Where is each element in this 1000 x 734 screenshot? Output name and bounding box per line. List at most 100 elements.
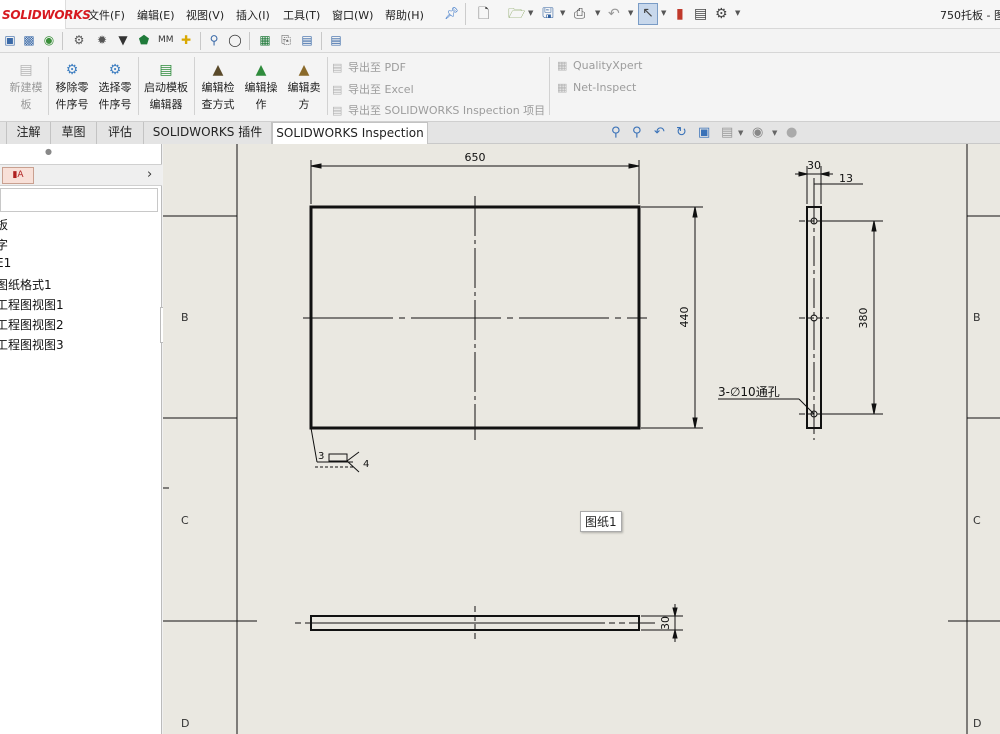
search-icon[interactable]: ⚲: [207, 33, 221, 47]
tab-annotation[interactable]: 注解: [7, 122, 51, 144]
edit-vendor-icon: ▲: [298, 62, 310, 78]
new-template-button[interactable]: ▤ 新建模 板: [6, 61, 46, 113]
select-dropdown-icon[interactable]: ▼: [661, 9, 666, 17]
tab-solidworks-addins[interactable]: SOLIDWORKS 插件: [144, 122, 272, 144]
edit-inspection-method-button[interactable]: ▲ 编辑检 查方式: [198, 61, 238, 113]
save-dropdown-icon[interactable]: ▼: [560, 9, 565, 17]
inspection-tree-tab[interactable]: ▮A: [2, 167, 34, 184]
drawing-canvas: 650 440 30 13 380 3-∅10通孔 3 4 30: [163, 144, 1000, 734]
tab-sketch[interactable]: 草图: [51, 122, 97, 144]
net-inspect-label: Net-Inspect: [573, 81, 637, 94]
tab-evaluate[interactable]: 评估: [97, 122, 144, 144]
qualityxpert-icon: ▦: [557, 59, 568, 72]
pin-icon[interactable]: 📌︎: [444, 6, 459, 20]
select-balloon-button[interactable]: ⚙ 选择零 件序号: [95, 61, 135, 113]
menu-edit[interactable]: 编辑(E): [137, 7, 175, 23]
undo-dropdown-icon[interactable]: ▼: [628, 9, 633, 17]
zone-label-left: D: [181, 717, 190, 730]
assembly-icon[interactable]: ▩: [22, 33, 36, 47]
options-dropdown-icon[interactable]: ▼: [735, 9, 740, 17]
previous-view-icon[interactable]: ↶: [654, 125, 665, 140]
project-export-icon: ▤: [332, 104, 343, 117]
arrow-head: [798, 171, 808, 177]
arrow-head: [310, 163, 322, 169]
template-editor-icon: ▤: [159, 62, 173, 78]
menu-view[interactable]: 视图(V): [186, 7, 224, 23]
qualityxpert-button[interactable]: ▦ QualityXpert: [557, 59, 642, 72]
appearance-dropdown-icon[interactable]: ▼: [772, 129, 777, 137]
feature-manager-panel: ● ▮A › 板 字 E1 图纸格式1 工程图视图1 工程图视图2 工程图视图3: [0, 144, 162, 734]
binoculars-icon[interactable]: ◯: [228, 33, 242, 47]
tree-item[interactable]: 工程图视图3: [0, 336, 64, 353]
select-icon[interactable]: ↖: [638, 3, 658, 25]
rebuild-icon[interactable]: ▮: [676, 5, 684, 23]
document-title: 750托板 - 图: [940, 9, 1000, 22]
export-pdf-button[interactable]: ▤ 导出至 PDF: [332, 59, 406, 75]
edit-operation-button[interactable]: ▲ 编辑操 作: [241, 61, 281, 113]
export-project-label: 导出至 SOLIDWORKS Inspection 项目: [348, 104, 546, 117]
new-icon[interactable]: 🗋: [478, 5, 489, 23]
hide-show-icon[interactable]: ▤: [721, 125, 733, 140]
image-export-icon[interactable]: ▤: [300, 33, 314, 47]
edit-inspection-method-label-2: 查方式: [201, 98, 235, 111]
excel-icon[interactable]: ▦: [258, 33, 272, 47]
zoom-to-fit-icon[interactable]: ⚲: [611, 125, 621, 140]
tree-item[interactable]: 工程图视图2: [0, 316, 64, 333]
print-dropdown-icon[interactable]: ▼: [595, 9, 600, 17]
report-icon[interactable]: ▤: [329, 33, 343, 47]
print-preview-icon[interactable]: ⎘: [279, 33, 293, 47]
export-excel-button[interactable]: ▤ 导出至 Excel: [332, 81, 414, 97]
tree-item[interactable]: 板: [0, 216, 8, 233]
rotate-view-icon[interactable]: ↻: [676, 125, 687, 140]
measure-icon[interactable]: MM: [158, 33, 174, 47]
balloon-icon[interactable]: ✚: [179, 33, 193, 47]
display-style-icon[interactable]: ▣: [698, 125, 710, 140]
net-inspect-button[interactable]: ▦ Net-Inspect: [557, 81, 636, 94]
print-icon[interactable]: ⎙: [574, 5, 585, 23]
tree-filter-input[interactable]: [0, 188, 158, 212]
template-editor-label-2: 编辑器: [149, 98, 183, 111]
bowl-icon[interactable]: ▼: [116, 33, 130, 47]
tree-item[interactable]: 工程图视图1: [0, 296, 64, 313]
new-template-label-1: 新建模: [9, 81, 43, 94]
weld-symbol: [328, 453, 348, 462]
scene-icon[interactable]: ●: [786, 125, 797, 140]
arrow-head: [672, 629, 678, 639]
solidworks-logo[interactable]: SOLIDWORKS: [0, 0, 91, 29]
zone-label-left: B: [181, 311, 189, 324]
edit-inspection-method-label-1: 编辑检: [201, 81, 235, 94]
zoom-to-area-icon[interactable]: ⚲: [632, 125, 642, 140]
tab-overflow[interactable]: [0, 122, 7, 144]
tree-item[interactable]: 字: [0, 236, 8, 253]
inspection-ribbon: ▤ 新建模 板 ⚙ 移除零 件序号 ⚙ 选择零 件序号 ▤ 启动模板 编辑器 ▲…: [0, 53, 1000, 122]
gears-icon[interactable]: ✹: [95, 33, 109, 47]
menu-help[interactable]: 帮助(H): [385, 7, 424, 23]
chevron-right-icon[interactable]: ›: [147, 167, 152, 182]
hide-show-dropdown-icon[interactable]: ▼: [738, 129, 743, 137]
menu-tools[interactable]: 工具(T): [283, 7, 320, 23]
appearance-icon[interactable]: ◉: [752, 125, 763, 140]
menu-insert[interactable]: 插入(I): [236, 7, 270, 23]
open-dropdown-icon[interactable]: ▼: [528, 9, 533, 17]
export-project-button[interactable]: ▤ 导出至 SOLIDWORKS Inspection 项目: [332, 102, 545, 118]
options-icon[interactable]: ⚙: [715, 5, 728, 23]
panel-grip-icon[interactable]: ●: [45, 147, 52, 156]
drawing-sheet[interactable]: 650 440 30 13 380 3-∅10通孔 3 4 30 B C D B…: [163, 144, 1000, 734]
undo-icon[interactable]: ↶: [608, 5, 620, 23]
globe-icon[interactable]: ◉: [42, 33, 56, 47]
open-icon[interactable]: 🗁: [508, 5, 525, 23]
menu-file[interactable]: 文件(F): [88, 7, 125, 23]
shield-icon[interactable]: ⬟: [137, 33, 151, 47]
edit-vendor-button[interactable]: ▲ 编辑卖 方: [284, 61, 324, 113]
template-editor-button[interactable]: ▤ 启动模板 编辑器: [141, 61, 191, 113]
tab-solidworks-inspection[interactable]: SOLIDWORKS Inspection: [272, 122, 428, 145]
feature-manager-tabs: ▮A ›: [0, 164, 162, 186]
settings-icon[interactable]: ⚙: [72, 33, 86, 47]
tree-item[interactable]: E1: [0, 256, 11, 270]
tree-item[interactable]: 图纸格式1: [0, 276, 52, 293]
display-icon[interactable]: ▣: [3, 33, 17, 47]
menu-window[interactable]: 窗口(W): [332, 7, 373, 23]
file-properties-icon[interactable]: ▤: [694, 5, 707, 23]
remove-balloon-button[interactable]: ⚙ 移除零 件序号: [52, 61, 92, 113]
save-icon[interactable]: 🖫: [542, 5, 554, 23]
